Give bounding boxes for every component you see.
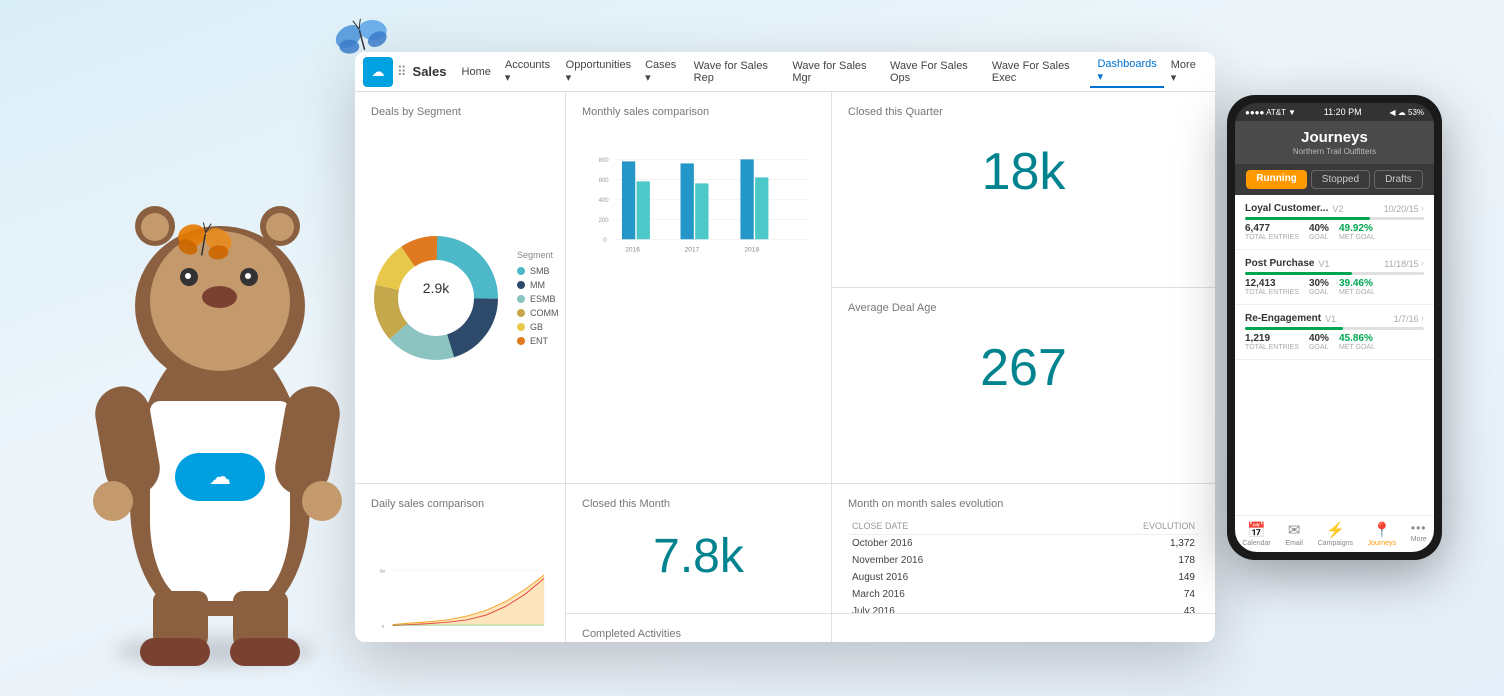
closed-quarter-value: 18k xyxy=(848,122,1199,222)
phone-nav-campaigns[interactable]: ⚡ Campaigns xyxy=(1318,521,1353,547)
widget-empty xyxy=(832,614,1215,642)
mom-table-row[interactable]: November 2016178 xyxy=(848,552,1199,569)
nav-bar: ☁ ⠿ Sales Home Accounts ▾ Opportunities … xyxy=(355,52,1215,92)
journey-name-2: Post Purchase xyxy=(1245,258,1314,269)
phone-status-bar: ●●●● AT&T ▼ 11:20 PM ◀ ☁ 53% xyxy=(1235,103,1434,121)
phone-nav-journeys[interactable]: 📍 Journeys xyxy=(1368,521,1396,547)
mom-table: CLOSE DATE EVOLUTION October 20161,372No… xyxy=(848,518,1199,613)
nav-item-more[interactable]: More ▾ xyxy=(1164,56,1207,87)
mom-table-row[interactable]: March 201674 xyxy=(848,586,1199,603)
nav-item-dashboards[interactable]: Dashboards ▾ xyxy=(1090,55,1163,88)
phone-subtitle: Northern Trail Outfitters xyxy=(1247,147,1422,156)
nav-item-opportunities[interactable]: Opportunities ▾ xyxy=(559,56,638,87)
widget-closed-quarter: Closed this Quarter 18k xyxy=(832,92,1215,287)
svg-text:600: 600 xyxy=(599,178,610,184)
svg-text:5м: 5м xyxy=(380,569,385,574)
journey-date-2: 11/18/15 xyxy=(1384,259,1418,269)
nav-item-wave-exec[interactable]: Wave For Sales Exec xyxy=(985,57,1091,87)
journey-item-3[interactable]: Re-Engagement V1 1/7/16 › 1,219 TOTAL EN… xyxy=(1235,305,1434,360)
phone-header: Journeys Northern Trail Outfitters xyxy=(1235,121,1434,164)
svg-text:0: 0 xyxy=(382,624,385,629)
widget-mom-sales: Month on month sales evolution CLOSE DAT… xyxy=(832,484,1215,613)
widget-completed-activities: Completed Activities 1.5k xyxy=(566,614,831,642)
phone-nav-calendar[interactable]: 📅 Calendar xyxy=(1242,521,1270,547)
daily-sales-chart: 5м 0 xyxy=(371,518,549,642)
phone-device: ●●●● AT&T ▼ 11:20 PM ◀ ☁ 53% Journeys No… xyxy=(1227,95,1442,560)
mom-value-cell: 74 xyxy=(1048,586,1199,603)
widget-title: Closed this Month xyxy=(582,498,815,510)
nav-item-wave-mgr[interactable]: Wave for Sales Mgr xyxy=(785,57,883,87)
mom-date-cell: March 2016 xyxy=(848,586,1048,603)
tab-stopped[interactable]: Stopped xyxy=(1311,170,1370,189)
avg-deal-age-value: 267 xyxy=(848,318,1199,418)
monthly-sales-chart: 800 600 400 200 0 xyxy=(582,126,815,286)
mom-value-cell: 149 xyxy=(1048,569,1199,586)
widget-title: Average Deal Age xyxy=(848,302,1199,314)
mom-table-row[interactable]: August 2016149 xyxy=(848,569,1199,586)
journey-name-3: Re-Engagement xyxy=(1245,313,1321,324)
svg-text:200: 200 xyxy=(599,218,610,224)
svg-text:2016: 2016 xyxy=(625,246,640,253)
svg-text:2018: 2018 xyxy=(744,246,759,253)
mom-date-cell: November 2016 xyxy=(848,552,1048,569)
widget-title: Completed Activities xyxy=(582,628,815,640)
journey-date-3: 1/7/16 xyxy=(1394,314,1419,324)
widget-title: Closed this Quarter xyxy=(848,106,1199,118)
nav-item-home[interactable]: Home xyxy=(455,63,498,81)
mom-date-cell: October 2016 xyxy=(848,535,1048,553)
widget-title: Daily sales comparison xyxy=(371,498,549,510)
mom-value-cell: 43 xyxy=(1048,603,1199,613)
widget-title: Month on month sales evolution xyxy=(848,498,1199,510)
phone-nav: 📅 Calendar ✉ Email ⚡ Campaigns 📍 Journey… xyxy=(1235,515,1434,552)
nav-item-wave-ops[interactable]: Wave For Sales Ops xyxy=(883,57,985,87)
phone-nav-email[interactable]: ✉ Email xyxy=(1285,521,1303,547)
widget-title: Monthly sales comparison xyxy=(582,106,815,118)
donut-legend: Segment SMB MM ESMB COM xyxy=(517,250,559,346)
journey-name-1: Loyal Customer... xyxy=(1245,203,1328,214)
svg-text:2.9k: 2.9k xyxy=(423,280,450,296)
donut-chart: 2.9k xyxy=(371,233,501,363)
mom-date-cell: August 2016 xyxy=(848,569,1048,586)
svg-text:2017: 2017 xyxy=(684,246,699,253)
journey-version-3: V1 xyxy=(1325,314,1336,324)
laptop-screen: ☁ ⠿ Sales Home Accounts ▾ Opportunities … xyxy=(355,52,1215,642)
mom-date-cell: July 2016 xyxy=(848,603,1048,613)
tab-drafts[interactable]: Drafts xyxy=(1374,170,1423,189)
mom-value-cell: 1,372 xyxy=(1048,535,1199,553)
nav-item-accounts[interactable]: Accounts ▾ xyxy=(498,56,559,87)
phone-nav-more[interactable]: ••• More xyxy=(1411,521,1427,547)
widget-title: Deals by Segment xyxy=(371,106,549,118)
grid-icon[interactable]: ⠿ xyxy=(397,64,407,80)
closed-month-value: 7.8k xyxy=(582,514,815,599)
nav-item-cases[interactable]: Cases ▾ xyxy=(638,56,687,87)
tab-running[interactable]: Running xyxy=(1246,170,1307,189)
journey-version-1: V2 xyxy=(1332,204,1343,214)
widget-avg-deal-age: Average Deal Age 267 xyxy=(832,288,1215,483)
widget-monthly-sales: Monthly sales comparison 800 600 400 200… xyxy=(566,92,831,483)
journey-date-1: 10/20/15 xyxy=(1384,204,1419,214)
mom-value-cell: 178 xyxy=(1048,552,1199,569)
journey-item-2[interactable]: Post Purchase V1 11/18/15 › 12,413 TOTAL… xyxy=(1235,250,1434,305)
journey-version-2: V1 xyxy=(1318,259,1329,269)
mom-table-row[interactable]: October 20161,372 xyxy=(848,535,1199,553)
widget-daily-sales: Daily sales comparison 5м 0 xyxy=(355,484,565,642)
widget-deals-segment: Deals by Segment 2.9k xyxy=(355,92,565,483)
app-name: Sales xyxy=(413,64,447,79)
phone-tabs: Running Stopped Drafts xyxy=(1235,164,1434,195)
svg-text:400: 400 xyxy=(599,198,610,204)
journey-list: Loyal Customer... V2 10/20/15 › 6,477 TO… xyxy=(1235,195,1434,515)
svg-text:800: 800 xyxy=(599,158,610,164)
nav-item-wave-rep[interactable]: Wave for Sales Rep xyxy=(687,57,786,87)
journey-item-1[interactable]: Loyal Customer... V2 10/20/15 › 6,477 TO… xyxy=(1235,195,1434,250)
svg-text:0: 0 xyxy=(603,238,607,244)
mom-table-row[interactable]: July 201643 xyxy=(848,603,1199,613)
phone-title: Journeys xyxy=(1247,129,1422,146)
widget-closed-month: Closed this Month 7.8k xyxy=(566,484,831,613)
